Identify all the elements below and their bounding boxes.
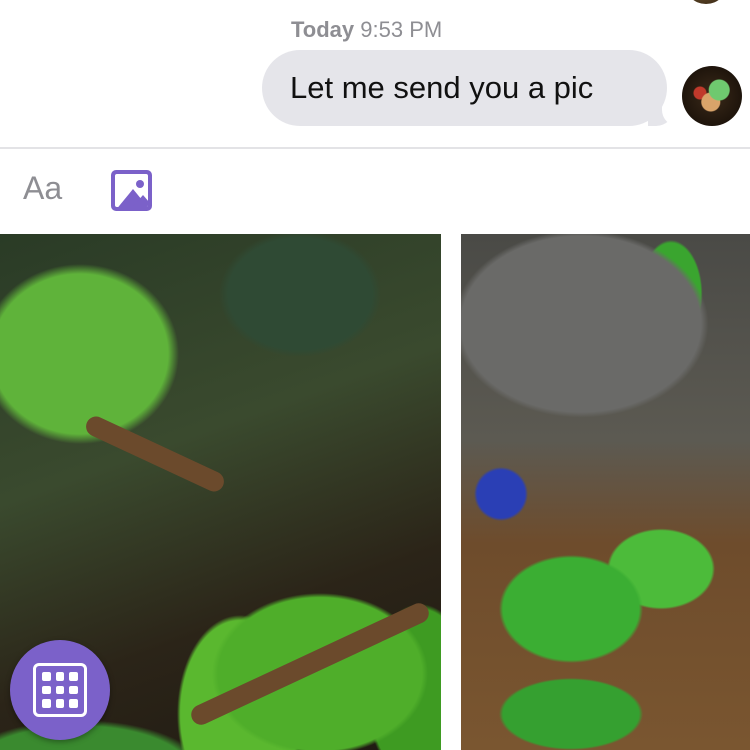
message-timestamp: Today 9:53 PM: [0, 17, 750, 43]
image-icon-sun: [136, 180, 144, 188]
user-avatar[interactable]: [682, 66, 742, 126]
image-icon-mountain-small: [129, 195, 148, 207]
photo-thumbnail-frog[interactable]: [461, 234, 750, 750]
text-mode-button[interactable]: Aa: [23, 170, 62, 207]
image-icon[interactable]: [111, 170, 152, 211]
previous-avatar: [684, 0, 728, 4]
branch-shape: [187, 599, 433, 729]
outgoing-message-bubble[interactable]: Let me send you a pic: [262, 50, 667, 126]
composer-divider: [0, 147, 750, 149]
grid-toggle-button[interactable]: [10, 640, 110, 740]
timestamp-time: 9:53 PM: [360, 17, 443, 42]
branch-shape: [82, 413, 228, 495]
grid-icon: [33, 663, 87, 717]
timestamp-day: Today: [291, 17, 355, 42]
image-icon-frame: [115, 174, 148, 207]
outgoing-message-text: Let me send you a pic: [290, 70, 594, 105]
